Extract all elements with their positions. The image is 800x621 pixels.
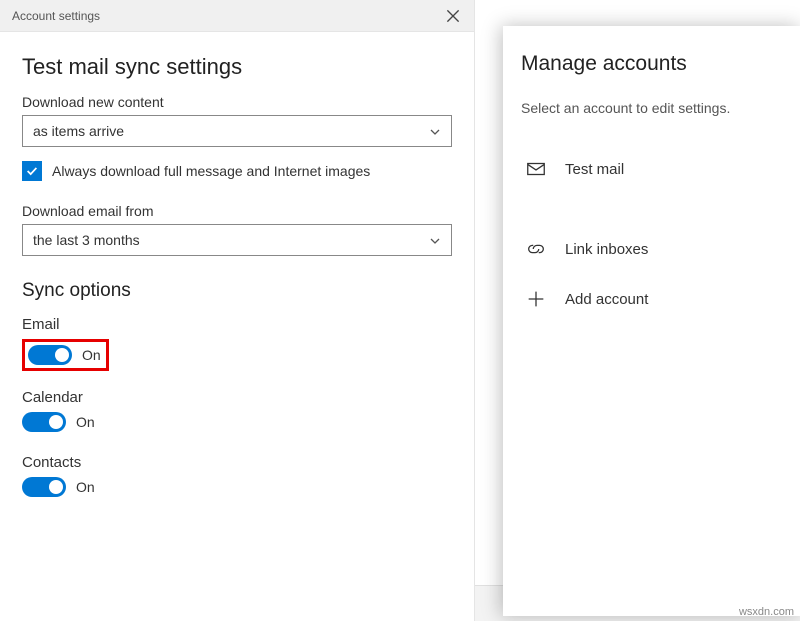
calendar-toggle-label: Calendar <box>22 389 452 406</box>
download-content-value: as items arrive <box>33 123 124 139</box>
calendar-toggle[interactable] <box>22 412 66 432</box>
link-icon <box>525 238 547 260</box>
contacts-toggle-state: On <box>76 479 95 495</box>
close-button[interactable] <box>444 7 462 25</box>
account-item-test-mail[interactable]: Test mail <box>521 144 782 194</box>
dialog-header: Account settings <box>0 0 474 32</box>
email-toggle-highlight: On <box>22 339 109 371</box>
plus-icon <box>525 288 547 310</box>
dialog-title: Account settings <box>12 9 100 23</box>
link-inboxes-label: Link inboxes <box>565 241 648 258</box>
check-icon <box>25 164 39 178</box>
contacts-toggle-label: Contacts <box>22 454 452 471</box>
manage-accounts-subtitle: Select an account to edit settings. <box>521 100 782 116</box>
link-inboxes-item[interactable]: Link inboxes <box>521 224 782 274</box>
download-from-select[interactable]: the last 3 months <box>22 224 452 256</box>
download-content-select[interactable]: as items arrive <box>22 115 452 147</box>
sync-options-heading: Sync options <box>22 280 452 302</box>
add-account-label: Add account <box>565 291 648 308</box>
account-settings-dialog: Account settings Test mail sync settings… <box>0 0 475 621</box>
account-item-label: Test mail <box>565 161 624 178</box>
download-from-value: the last 3 months <box>33 232 140 248</box>
full-message-checkbox[interactable] <box>22 161 42 181</box>
download-content-label: Download new content <box>22 94 452 110</box>
add-account-item[interactable]: Add account <box>521 274 782 324</box>
download-from-label: Download email from <box>22 203 452 219</box>
page-title: Test mail sync settings <box>22 54 452 80</box>
mail-icon <box>525 158 547 180</box>
manage-accounts-title: Manage accounts <box>521 52 782 76</box>
manage-accounts-pane: Manage accounts Select an account to edi… <box>503 26 800 616</box>
watermark: wsxdn.com <box>739 606 794 618</box>
contacts-toggle[interactable] <box>22 477 66 497</box>
email-toggle-state: On <box>82 347 101 363</box>
email-toggle-label: Email <box>22 316 452 333</box>
chevron-down-icon <box>429 125 441 137</box>
full-message-checkbox-label: Always download full message and Interne… <box>52 163 370 179</box>
calendar-toggle-state: On <box>76 414 95 430</box>
close-icon <box>444 7 462 25</box>
chevron-down-icon <box>429 234 441 246</box>
email-toggle[interactable] <box>28 345 72 365</box>
